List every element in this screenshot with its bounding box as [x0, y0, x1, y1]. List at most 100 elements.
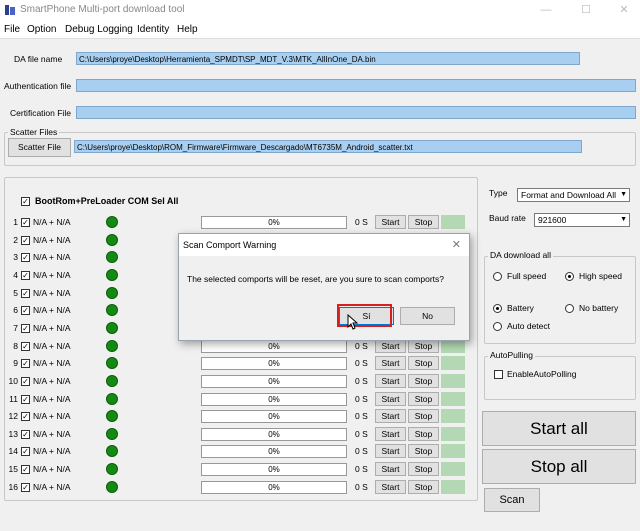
port-row: 1 ✓ N/A + N/A 0% 0 S Start Stop — [8, 214, 468, 231]
port-checkbox[interactable]: ✓ — [21, 412, 30, 422]
port-name: N/A + N/A — [33, 287, 71, 298]
scatter-file-field[interactable]: C:\Users\proye\Desktop\ROM_Firmware\Firm… — [74, 140, 582, 153]
port-start-button[interactable]: Start — [375, 356, 406, 371]
dialog-no-button[interactable]: No — [400, 307, 455, 325]
cert-file-field[interactable] — [76, 106, 636, 119]
auto-detect-radio[interactable] — [493, 322, 502, 331]
status-led-icon — [106, 463, 118, 476]
status-led-icon — [106, 268, 118, 281]
port-checkbox[interactable]: ✓ — [21, 376, 30, 386]
port-start-button[interactable]: Start — [375, 462, 406, 477]
chevron-down-icon: ▼ — [620, 191, 627, 198]
menu-debug-logging[interactable]: Debug Logging — [65, 24, 133, 35]
elapsed-time: 0 S — [355, 358, 368, 369]
port-start-button[interactable]: Start — [375, 391, 406, 406]
port-checkbox[interactable]: ✓ — [21, 253, 30, 263]
port-stop-button[interactable]: Stop — [408, 356, 439, 371]
elapsed-time: 0 S — [355, 375, 368, 386]
port-stop-button[interactable]: Stop — [408, 479, 439, 494]
port-checkbox[interactable]: ✓ — [21, 323, 30, 333]
port-stop-button[interactable]: Stop — [408, 444, 439, 459]
elapsed-time: 0 S — [355, 481, 368, 492]
port-start-button[interactable]: Start — [375, 215, 406, 229]
menu-identity[interactable]: Identity — [137, 24, 169, 35]
port-status-box — [441, 215, 465, 229]
port-name: N/A + N/A — [33, 252, 71, 263]
battery-radio[interactable] — [493, 304, 502, 313]
port-stop-button[interactable]: Stop — [408, 462, 439, 477]
port-number: 16 — [8, 481, 18, 492]
port-name: N/A + N/A — [33, 375, 71, 386]
progress-bar: 0% — [201, 427, 347, 441]
dialog-close-icon[interactable]: ✕ — [452, 238, 461, 251]
status-led-icon — [106, 445, 118, 458]
port-checkbox[interactable]: ✓ — [21, 341, 30, 351]
status-led-icon — [106, 251, 118, 264]
port-checkbox[interactable]: ✓ — [21, 306, 30, 316]
status-led-icon — [106, 321, 118, 334]
elapsed-time: 0 S — [355, 464, 368, 475]
status-led-icon — [106, 339, 118, 352]
port-start-button[interactable]: Start — [375, 479, 406, 494]
port-stop-button[interactable]: Stop — [408, 373, 439, 388]
port-status-box — [441, 356, 465, 371]
scatter-files-title: Scatter Files — [8, 127, 60, 137]
port-name: N/A + N/A — [33, 446, 71, 457]
port-checkbox[interactable]: ✓ — [21, 235, 30, 245]
auth-file-label: Authentication file — [4, 81, 72, 91]
start-all-button[interactable]: Start all — [482, 411, 636, 446]
close-window-button[interactable]: ✕ — [610, 2, 638, 18]
elapsed-time: 0 S — [355, 393, 368, 404]
port-status-box — [441, 462, 465, 477]
autopolling-title: AutoPulling — [488, 350, 536, 360]
port-checkbox[interactable]: ✓ — [21, 218, 30, 227]
port-row: 10 ✓ N/A + N/A 0% 0 S Start Stop — [8, 373, 468, 390]
baud-select[interactable]: 921600 ▼ — [534, 213, 630, 227]
full-speed-radio[interactable] — [493, 272, 502, 281]
port-checkbox[interactable]: ✓ — [21, 447, 30, 457]
port-checkbox[interactable]: ✓ — [21, 465, 30, 475]
port-start-button[interactable]: Start — [375, 426, 406, 441]
port-name: N/A + N/A — [33, 217, 71, 227]
port-status-box — [441, 409, 465, 424]
high-speed-radio[interactable] — [565, 272, 574, 281]
stop-all-button[interactable]: Stop all — [482, 449, 636, 484]
type-select-value: Format and Download All — [521, 190, 616, 200]
port-checkbox[interactable]: ✓ — [21, 429, 30, 439]
port-checkbox[interactable]: ✓ — [21, 394, 30, 404]
port-checkbox[interactable]: ✓ — [21, 288, 30, 298]
status-led-icon — [106, 216, 118, 228]
port-checkbox[interactable]: ✓ — [21, 270, 30, 280]
port-number: 9 — [13, 358, 18, 369]
progress-bar: 0% — [201, 339, 347, 353]
port-stop-button[interactable]: Stop — [408, 391, 439, 406]
enable-autopolling-checkbox[interactable] — [494, 370, 503, 379]
port-checkbox[interactable]: ✓ — [21, 482, 30, 492]
progress-bar: 0% — [201, 410, 347, 424]
port-row: 11 ✓ N/A + N/A 0% 0 S Start Stop — [8, 391, 468, 408]
port-row: 15 ✓ N/A + N/A 0% 0 S Start Stop — [8, 461, 468, 478]
no-battery-radio[interactable] — [565, 304, 574, 313]
da-file-field[interactable]: C:\Users\proye\Desktop\Herramienta_SPMDT… — [76, 52, 580, 65]
port-name: N/A + N/A — [33, 234, 71, 245]
minimize-button[interactable]: — — [532, 2, 560, 18]
scatter-file-button[interactable]: Scatter File — [8, 138, 71, 157]
baud-label: Baud rate — [489, 213, 526, 223]
menu-option[interactable]: Option — [27, 24, 56, 35]
type-select[interactable]: Format and Download All ▼ — [517, 188, 630, 202]
auth-file-field[interactable] — [76, 79, 636, 92]
scan-button[interactable]: Scan — [484, 488, 540, 512]
port-start-button[interactable]: Start — [375, 444, 406, 459]
port-stop-button[interactable]: Stop — [408, 426, 439, 441]
port-start-button[interactable]: Start — [375, 373, 406, 388]
port-start-button[interactable]: Start — [375, 409, 406, 424]
menu-help[interactable]: Help — [177, 24, 198, 35]
menu-file[interactable]: File — [4, 24, 20, 35]
port-stop-button[interactable]: Stop — [408, 215, 439, 229]
select-all-checkbox[interactable]: ✓ — [21, 197, 30, 206]
port-stop-button[interactable]: Stop — [408, 409, 439, 424]
maximize-button[interactable]: ☐ — [572, 2, 600, 18]
progress-bar: 0% — [201, 357, 347, 371]
port-checkbox[interactable]: ✓ — [21, 359, 30, 369]
select-all-label: BootRom+PreLoader COM Sel All — [35, 196, 179, 206]
